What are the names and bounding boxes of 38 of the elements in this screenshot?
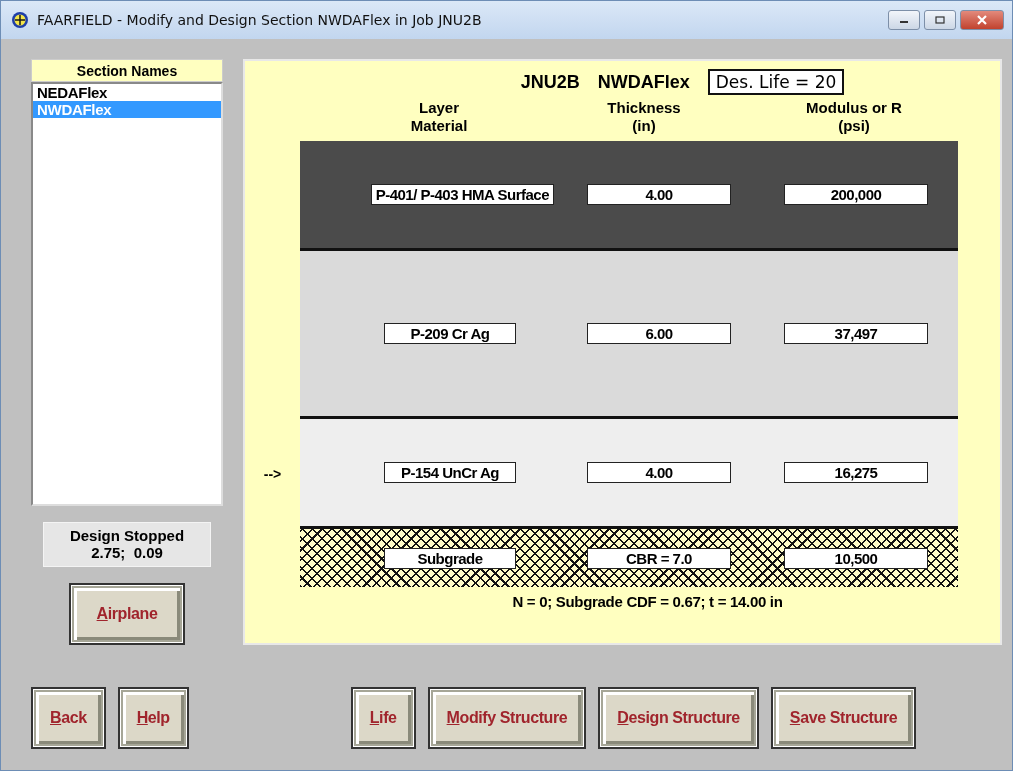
status-values: 2.75; 0.09: [91, 544, 163, 561]
material-field[interactable]: P-154 UnCr Ag: [384, 462, 516, 483]
action-button[interactable]: Save Structure: [775, 692, 912, 744]
minimize-button[interactable]: [888, 10, 920, 30]
column-header: Modulus or R (psi): [805, 99, 903, 135]
column-header: Layer Material: [409, 99, 469, 135]
section-name: NWDAFlex: [597, 71, 690, 93]
maximize-icon: [935, 16, 945, 24]
action-button[interactable]: Design Structure: [603, 692, 754, 744]
close-button[interactable]: [960, 10, 1004, 30]
design-summary: N = 0; Subgrade CDF = 0.67; t = 14.00 in: [511, 593, 784, 610]
material-field[interactable]: P-401/ P-403 HMA Surface: [370, 184, 554, 205]
action-button[interactable]: Back: [36, 692, 101, 744]
modulus-field[interactable]: 37,497: [784, 323, 928, 344]
design-life-field: Des. Life = 20: [707, 69, 845, 95]
material-field[interactable]: P-209 Cr Ag: [384, 323, 516, 344]
thickness-field[interactable]: 6.00: [587, 323, 731, 344]
job-name: JNU2B: [520, 71, 580, 93]
thickness-field[interactable]: 4.00: [587, 184, 731, 205]
thickness-field[interactable]: 4.00: [587, 462, 731, 483]
thickness-field[interactable]: CBR = 7.0: [587, 547, 731, 569]
modulus-field[interactable]: 10,500: [784, 547, 928, 569]
modulus-field[interactable]: 16,275: [784, 462, 928, 483]
modulus-field[interactable]: 200,000: [784, 184, 928, 205]
status-title: Design Stopped: [69, 527, 185, 544]
action-button[interactable]: Life: [355, 692, 411, 744]
current-layer-marker: -->: [262, 465, 283, 484]
window-title: FAARFIELD - Modify and Design Section NWDAFlex in Job JNU2B: [37, 12, 483, 28]
airplane-button[interactable]: Airplane: [74, 588, 180, 640]
close-icon: [976, 15, 988, 25]
list-heading: Section Names: [31, 59, 223, 82]
material-field[interactable]: Subgrade: [384, 547, 516, 569]
section-item[interactable]: NEDAFlex: [33, 84, 221, 101]
action-button[interactable]: Help: [122, 692, 184, 744]
action-button[interactable]: Modify Structure: [432, 692, 582, 744]
maximize-button[interactable]: [924, 10, 956, 30]
crosshair-icon: [11, 11, 29, 29]
column-header: Thickness (in): [606, 99, 682, 135]
